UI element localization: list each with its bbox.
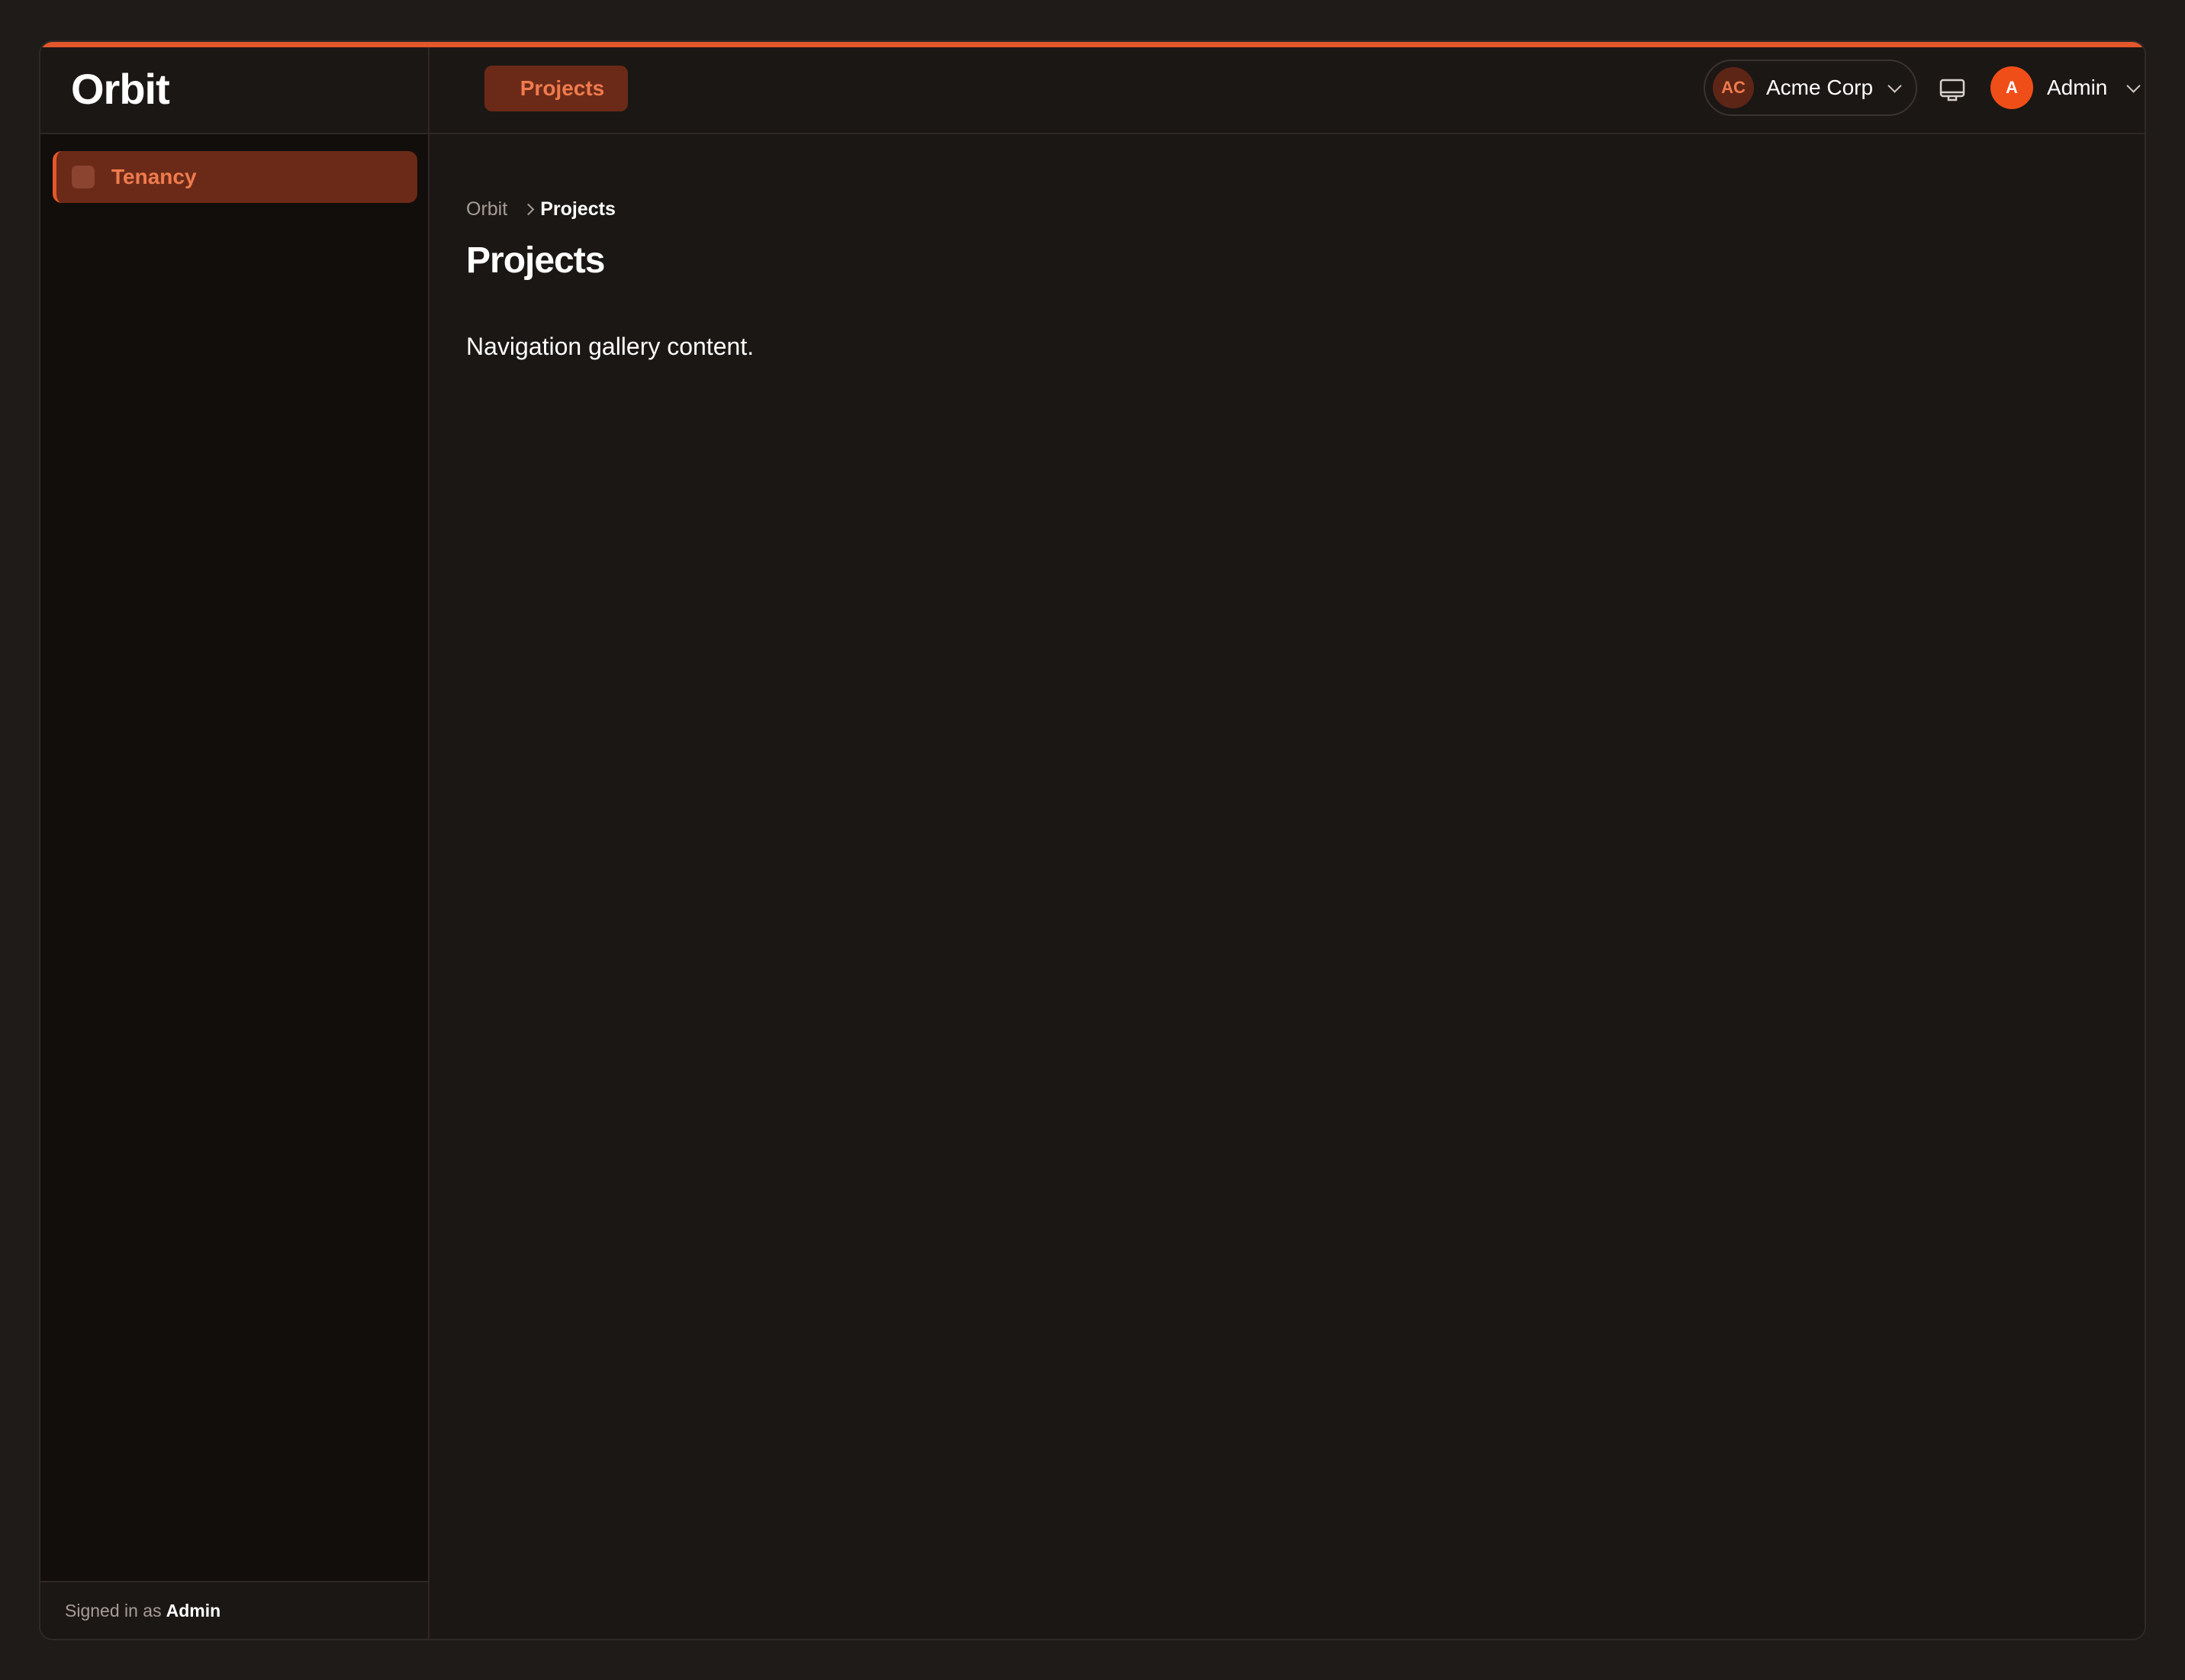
org-avatar: AC bbox=[1713, 67, 1754, 108]
page-content: Navigation gallery content. bbox=[466, 333, 755, 360]
sidebar: Orbit Tenancy Signed in as Admin bbox=[40, 47, 430, 1639]
signed-in-label: Signed in as bbox=[65, 1600, 162, 1620]
logo-area: Orbit bbox=[40, 47, 428, 134]
org-switcher[interactable]: AC Acme Corp bbox=[1704, 60, 1917, 116]
page-title: Projects bbox=[466, 240, 605, 281]
user-name: Admin bbox=[2047, 76, 2108, 99]
sidebar-item-label: Tenancy bbox=[111, 165, 197, 188]
user-menu[interactable]: A Admin bbox=[1990, 65, 2142, 111]
breadcrumb-root[interactable]: Orbit bbox=[466, 198, 507, 220]
top-bar: Projects AC Acme Corp A Admin bbox=[430, 47, 2145, 134]
accent-bar bbox=[40, 42, 2145, 47]
sidebar-item-tenancy[interactable]: Tenancy bbox=[53, 151, 417, 203]
tenancy-icon bbox=[72, 166, 95, 188]
main-content: Orbit Projects Projects Navigation galle… bbox=[430, 134, 2145, 1639]
breadcrumb-current: Projects bbox=[540, 198, 616, 220]
monitor-icon[interactable] bbox=[1939, 76, 1966, 104]
sidebar-footer: Signed in as Admin bbox=[40, 1581, 428, 1639]
app-window: Orbit Tenancy Signed in as Admin Project… bbox=[39, 40, 2146, 1640]
org-name: Acme Corp bbox=[1766, 76, 1874, 99]
app-logo[interactable]: Orbit bbox=[71, 64, 170, 114]
breadcrumb: Orbit Projects bbox=[466, 198, 616, 220]
tab-projects[interactable]: Projects bbox=[484, 66, 628, 111]
signed-in-user: Admin bbox=[166, 1600, 221, 1620]
avatar: A bbox=[1990, 66, 2033, 109]
chevron-down-icon bbox=[1887, 78, 1902, 93]
chevron-down-icon bbox=[2126, 78, 2142, 93]
chevron-right-icon bbox=[522, 203, 535, 216]
